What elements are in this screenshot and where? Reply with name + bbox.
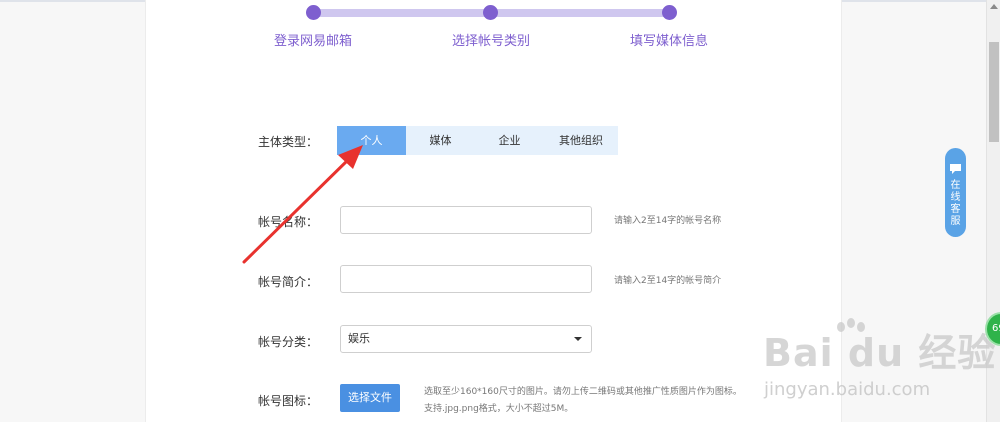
step-dot-1: [306, 5, 321, 20]
account-category-select[interactable]: 娱乐: [340, 325, 592, 353]
account-intro-input[interactable]: [340, 265, 592, 293]
account-category-selected-value: 娱乐: [348, 332, 370, 345]
account-name-hint: 请输入2至14字的帐号名称: [614, 216, 722, 226]
annotation-arrow-icon: [242, 145, 363, 264]
choose-file-button[interactable]: 选择文件: [340, 384, 400, 412]
step-label-login: 登录网易邮箱: [274, 34, 353, 49]
subject-type-segmented-control: 个人 媒体 企业 其他组织: [337, 126, 618, 155]
subject-type-option-media[interactable]: 媒体: [406, 126, 475, 155]
account-icon-note-line1: 选取至少160*160尺寸的图片。请勿上传二维码或其他推广性质图片作为图标。: [424, 387, 742, 397]
step-label-select-type: 选择帐号类别: [452, 34, 531, 49]
subject-type-option-other-org[interactable]: 其他组织: [544, 126, 618, 155]
watermark-url: jingyan.baidu.com: [764, 379, 931, 400]
step-track-1: [315, 9, 488, 17]
account-icon-note-line2: 支持.jpg.png格式，大小不超过5M。: [424, 404, 574, 414]
step-dot-3: [662, 5, 677, 20]
account-intro-hint: 请输入2至14字的帐号简介: [614, 276, 722, 286]
chat-bubble-icon: [950, 164, 961, 174]
scroll-up-icon[interactable]: [990, 4, 998, 9]
account-name-input[interactable]: [340, 206, 592, 234]
online-service-button[interactable]: 在线客服: [945, 148, 966, 237]
step-label-media-info: 填写媒体信息: [630, 34, 709, 49]
account-icon-label: 帐号图标：: [258, 394, 319, 408]
account-intro-label: 帐号简介：: [258, 275, 319, 289]
step-dot-2: [483, 5, 498, 20]
online-service-label: 在线客服: [950, 180, 961, 227]
subject-type-option-enterprise[interactable]: 企业: [475, 126, 544, 155]
account-category-label: 帐号分类：: [258, 335, 319, 349]
scrollbar-thumb[interactable]: [989, 42, 999, 142]
baidu-jingyan-watermark-logo: Bai du 经验: [763, 331, 997, 375]
chevron-down-icon: [574, 337, 582, 341]
paw-icon: [837, 318, 865, 332]
step-track-2: [495, 9, 665, 17]
